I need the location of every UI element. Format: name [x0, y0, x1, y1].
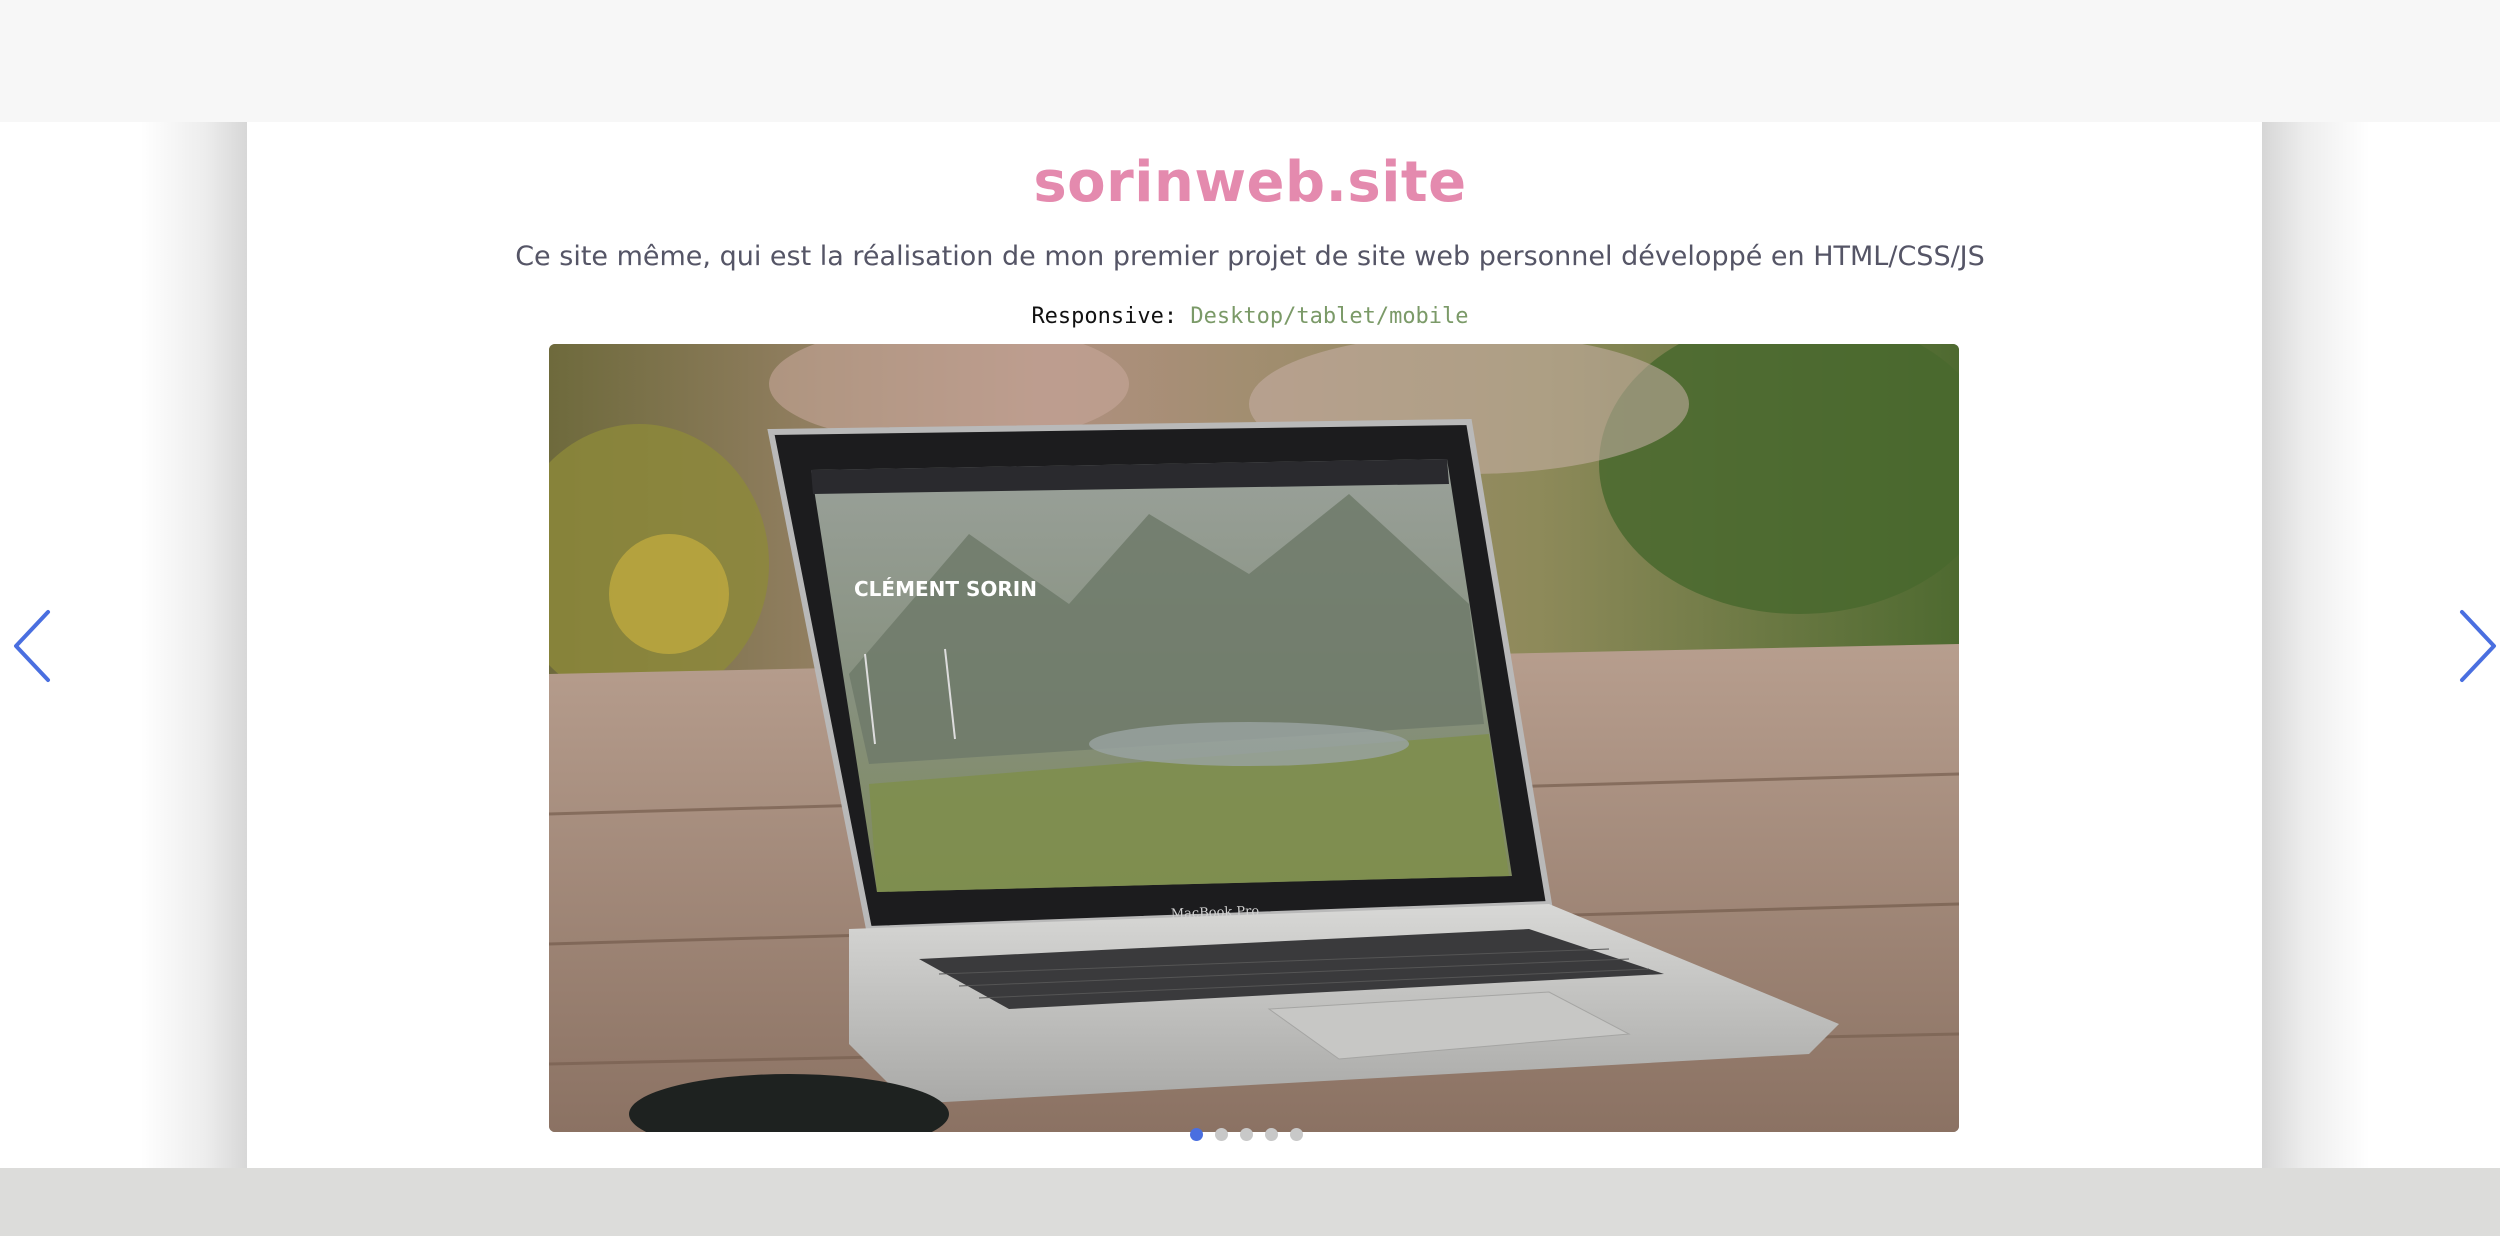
slide-dot-4[interactable]	[1265, 1128, 1278, 1141]
slide-dot-1[interactable]	[1190, 1128, 1203, 1141]
slide-pagination	[1190, 1128, 1320, 1144]
bottom-band	[0, 1168, 2500, 1236]
previous-slide-button[interactable]	[8, 606, 58, 686]
slide-dot-3[interactable]	[1240, 1128, 1253, 1141]
next-slide-edge	[2262, 122, 2370, 1168]
laptop-brand-label: MacBook Pro	[1171, 904, 1260, 922]
project-description: Ce site même, qui est la réalisation de …	[515, 241, 1985, 272]
top-band	[0, 0, 2500, 122]
responsive-info: Responsive: Desktop/tablet/mobile	[0, 304, 2500, 329]
project-title: sorinweb.site	[1033, 150, 1467, 215]
chevron-left-icon	[14, 610, 50, 682]
project-screenshot-image: CLÉMENT SORIN MacBook Pro	[549, 344, 1959, 1132]
previous-slide-edge	[140, 122, 248, 1168]
slide-dot-2[interactable]	[1215, 1128, 1228, 1141]
next-slide-button[interactable]	[2452, 606, 2500, 686]
responsive-value: Desktop/tablet/mobile	[1190, 304, 1469, 329]
laptop-screen-heading: CLÉMENT SORIN	[854, 577, 1037, 601]
responsive-label: Responsive:	[1031, 304, 1178, 329]
chevron-right-icon	[2460, 610, 2496, 682]
slide-dot-5[interactable]	[1290, 1128, 1303, 1141]
